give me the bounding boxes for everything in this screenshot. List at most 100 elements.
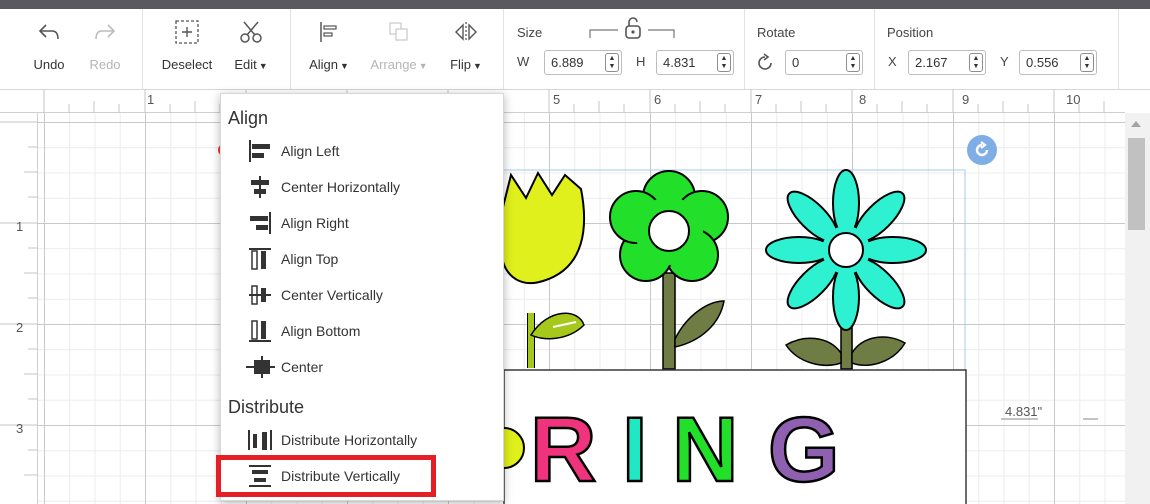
width-letter: W [517, 54, 530, 69]
ruler-label: 7 [755, 92, 763, 107]
ruler-label: 6 [654, 92, 662, 107]
menu-item-label: Align Left [281, 143, 340, 159]
align-label: Align ▼ [309, 57, 349, 72]
rotate-icon [758, 53, 772, 70]
menu-item-align-top[interactable]: Align Top [245, 244, 338, 274]
ruler-label: 2 [16, 320, 24, 335]
ruler-label: 1 [147, 92, 155, 107]
align-left-icon [245, 138, 275, 164]
tulip-shape[interactable] [500, 170, 586, 368]
distribute-vertically-highlight [216, 455, 436, 497]
height-letter: H [636, 54, 646, 69]
letter-g: G [768, 399, 840, 501]
center-horizontally-icon [245, 174, 275, 200]
position-x-stepper[interactable]: ▲ ▼ [969, 53, 983, 72]
arrange-icon [387, 15, 411, 49]
ruler-label: 8 [859, 92, 867, 107]
letter-r: R [530, 399, 596, 501]
align-menu-button[interactable]: Align ▼ [302, 15, 356, 72]
arrange-label: Arrange ▼ [370, 57, 428, 72]
menu-item-label: Align Bottom [281, 323, 361, 339]
redo-button[interactable]: Redo [84, 15, 126, 72]
align-top-icon [245, 246, 275, 272]
menu-item-label: Center [281, 359, 324, 375]
toolbar-divider [1118, 9, 1119, 89]
menu-item-align-left[interactable]: Align Left [245, 136, 339, 166]
align-right-icon [245, 210, 275, 236]
width-stepper[interactable]: ▲ ▼ [605, 53, 619, 72]
flip-icon [453, 15, 479, 49]
menu-item-distribute-horizontally[interactable]: Distribute Horizontally [245, 425, 417, 455]
align-bottom-icon [245, 318, 275, 344]
lock-proportions-icon[interactable] [588, 16, 678, 44]
deselect-label: Deselect [161, 57, 213, 72]
letter-n: N [672, 399, 738, 501]
position-title: Position [887, 25, 934, 40]
menu-item-label: Distribute Horizontally [281, 432, 418, 448]
center-vertically-icon [245, 282, 275, 308]
deselect-icon [174, 15, 200, 49]
width-value: 6.889 [551, 55, 584, 70]
ruler-label: 1 [16, 219, 24, 234]
distribute-section-title: Distribute [228, 397, 305, 417]
height-input[interactable]: 4.831 ▲ ▼ [656, 50, 734, 75]
width-input[interactable]: 6.889 ▲ ▼ [544, 50, 622, 75]
horizontal-ruler-ticks [43, 90, 1105, 113]
menu-item-label: Align Right [281, 215, 349, 231]
menu-item-center[interactable]: Center [245, 352, 323, 382]
flip-menu-button[interactable]: Flip ▼ [444, 15, 488, 72]
rotate-input[interactable]: 0 ▲ ▼ [785, 50, 863, 75]
toolbar: Undo Redo Deselect Edit ▼ Align ▼ Arrange ▼ [0, 9, 1150, 90]
size-title: Size [517, 25, 543, 40]
undo-button[interactable]: Undo [28, 15, 70, 72]
menu-item-center-horizontally[interactable]: Center Horizontally [245, 172, 400, 202]
menu-item-align-right[interactable]: Align Right [245, 208, 349, 238]
vertical-ruler: 1 2 3 [0, 113, 38, 504]
undo-icon [37, 15, 61, 49]
daisy-green-shape[interactable] [609, 170, 729, 370]
horizontal-ruler: 1 5 6 7 8 9 10 [0, 90, 1125, 113]
redo-icon [93, 15, 117, 49]
edit-menu-button[interactable]: Edit ▼ [228, 15, 274, 72]
daisy-teal-shape[interactable] [765, 169, 927, 370]
ruler-label: 9 [962, 92, 970, 107]
toolbar-divider [290, 9, 291, 89]
ruler-label: 3 [16, 421, 24, 436]
undo-label: Undo [33, 57, 65, 72]
edit-label: Edit ▼ [234, 57, 268, 72]
rotate-stepper[interactable]: ▲ ▼ [846, 53, 860, 72]
height-value: 4.831 [663, 55, 696, 70]
edit-scissors-icon [238, 15, 264, 49]
ruler-label: 5 [553, 92, 561, 107]
height-stepper[interactable]: ▲ ▼ [717, 53, 731, 72]
spring-letters[interactable]: R I N G [529, 398, 841, 503]
scrollbar-thumb[interactable] [1128, 138, 1145, 230]
menu-item-center-vertically[interactable]: Center Vertically [245, 280, 383, 310]
toolbar-divider [503, 9, 504, 89]
arrange-menu-button[interactable]: Arrange ▼ [366, 15, 432, 72]
position-y-stepper[interactable]: ▲ ▼ [1080, 53, 1094, 72]
toolbar-divider [874, 9, 875, 89]
menu-item-align-bottom[interactable]: Align Bottom [245, 316, 360, 346]
canvas-artwork: R I N G [218, 144, 1098, 504]
design-canvas[interactable]: R I N G [38, 113, 1125, 504]
position-x-value: 2.167 [915, 55, 948, 70]
rotate-handle-icon [975, 141, 989, 157]
flip-label: Flip ▼ [450, 57, 482, 72]
ruler-label: 10 [1066, 92, 1081, 107]
x-letter: X [888, 54, 897, 69]
redo-label: Redo [89, 57, 121, 72]
scroll-up-arrow-icon[interactable] [1131, 121, 1141, 127]
menu-item-label: Center Vertically [281, 287, 383, 303]
center-icon [245, 354, 275, 380]
distribute-horizontally-icon [245, 427, 275, 453]
deselect-button[interactable]: Deselect [156, 15, 218, 72]
position-x-input[interactable]: 2.167 ▲ ▼ [908, 50, 986, 75]
position-y-input[interactable]: 0.556 ▲ ▼ [1019, 50, 1097, 75]
menu-item-label: Center Horizontally [281, 179, 401, 195]
position-y-value: 0.556 [1026, 55, 1059, 70]
rotate-handle[interactable] [967, 135, 997, 165]
rotate-value: 0 [792, 55, 800, 70]
align-icon [317, 15, 341, 49]
align-dropdown-menu: Align Align Left Center Horizontally Ali… [220, 93, 504, 501]
